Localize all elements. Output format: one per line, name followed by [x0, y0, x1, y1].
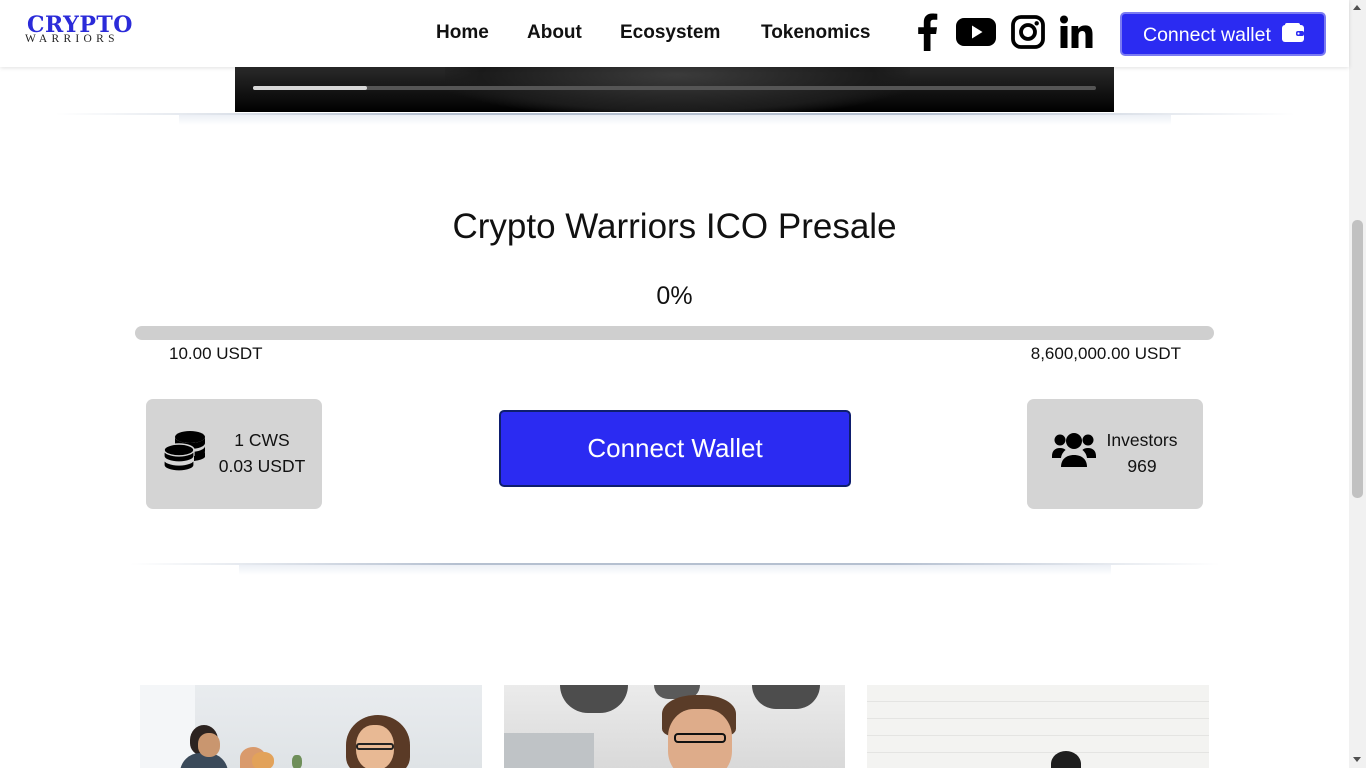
logo[interactable]: CRYPTO WARRIORS [25, 13, 135, 47]
scroll-up-arrow-icon[interactable] [1353, 5, 1361, 10]
header-connect-wallet-label: Connect wallet [1143, 24, 1271, 46]
team-photo-2 [504, 685, 845, 768]
nav-about[interactable]: About [527, 22, 582, 44]
video-seek-bar[interactable] [253, 86, 1096, 90]
photo-window [140, 685, 195, 768]
investors-card: Investors 969 [1027, 399, 1203, 509]
users-icon [1051, 431, 1097, 474]
token-price-value: 0.03 USDT [218, 456, 306, 476]
token-price-card: 1 CWS 0.03 USDT [146, 399, 322, 509]
promo-video[interactable] [235, 67, 1114, 112]
presale-progress-bar [135, 326, 1214, 340]
photo-man-glasses [674, 733, 726, 743]
coins-icon [162, 429, 208, 480]
token-price-unit: 1 CWS [234, 430, 290, 450]
nav-ecosystem[interactable]: Ecosystem [620, 22, 720, 44]
linkedin-icon[interactable] [1054, 12, 1098, 52]
youtube-icon[interactable] [954, 12, 998, 52]
logo-sub-text: WARRIORS [25, 33, 119, 45]
photo-person-2-hair [252, 752, 274, 768]
photo-brick-wall [867, 685, 1209, 768]
facebook-icon[interactable] [905, 12, 949, 52]
header-connect-wallet-button[interactable]: Connect wallet [1120, 12, 1326, 56]
photo-window [504, 733, 594, 768]
section-divider [55, 113, 1295, 125]
section-divider-2 [130, 563, 1220, 575]
investors-label: Investors [1106, 430, 1178, 450]
photo-lamp-1 [560, 685, 628, 713]
scroll-down-arrow-icon[interactable] [1353, 757, 1361, 762]
team-photo-3 [867, 685, 1209, 768]
presale-min-label: 10.00 USDT [169, 344, 263, 363]
team-photo-1 [140, 685, 482, 768]
nav-home[interactable]: Home [436, 22, 489, 44]
instagram-icon[interactable] [1006, 12, 1050, 52]
site-header: CRYPTO WARRIORS Home About Ecosystem Tok… [0, 0, 1349, 67]
wallet-icon [1282, 23, 1304, 42]
presale-title: Crypto Warriors ICO Presale [452, 207, 897, 246]
photo-person-face [198, 733, 220, 757]
investors-count: 969 [1127, 456, 1157, 476]
nav-tokenomics[interactable]: Tokenomics [761, 22, 870, 44]
photo-woman-glasses [356, 743, 394, 750]
scrollbar-thumb[interactable] [1352, 220, 1363, 498]
connect-wallet-button[interactable]: Connect Wallet [499, 410, 851, 487]
page-scrollbar[interactable] [1349, 0, 1366, 768]
video-seek-progress [253, 86, 367, 90]
photo-lamp-3 [752, 685, 820, 709]
presale-percent: 0% [656, 282, 693, 310]
photo-plant [292, 755, 302, 768]
presale-max-label: 8,600,000.00 USDT [1030, 344, 1181, 363]
